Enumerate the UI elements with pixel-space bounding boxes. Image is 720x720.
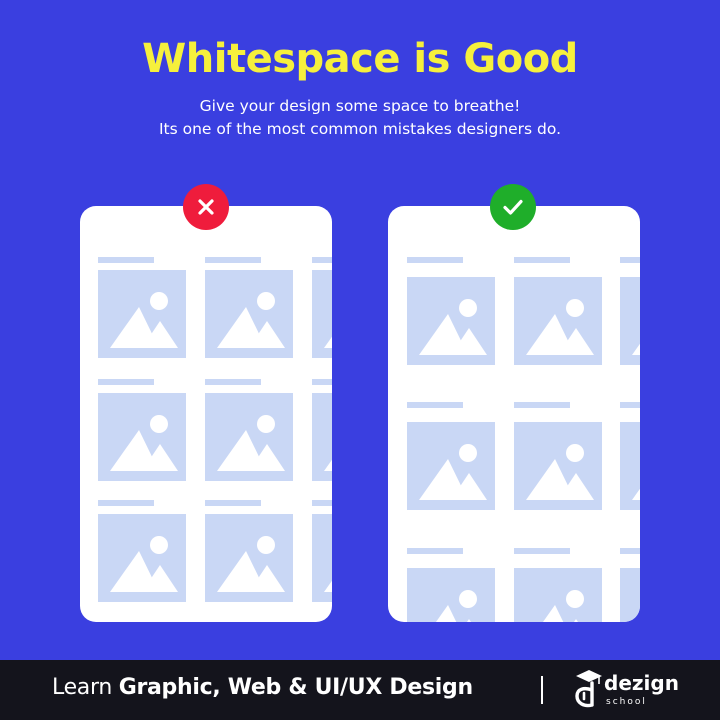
image-icon <box>110 292 178 348</box>
image-placeholder <box>620 277 640 365</box>
main-area: Whitespace is Good Give your design some… <box>0 0 720 660</box>
image-icon <box>435 590 477 622</box>
text-placeholder-bar <box>98 379 154 385</box>
text-placeholder-bar <box>620 548 640 554</box>
text-placeholder-bar <box>620 402 640 408</box>
image-placeholder <box>205 514 293 602</box>
image-icon <box>419 299 487 355</box>
image-placeholder <box>98 270 186 358</box>
image-placeholder <box>514 568 602 622</box>
text-placeholder-bar <box>514 402 570 408</box>
logo-name: dezign <box>604 671 679 695</box>
image-icon <box>110 536 178 592</box>
text-placeholder-bar <box>312 500 332 506</box>
logo-sub: school <box>606 697 647 707</box>
image-icon <box>632 488 640 500</box>
image-icon <box>217 292 285 348</box>
text-placeholder-bar <box>205 500 261 506</box>
bad-example-phone <box>80 206 332 622</box>
text-placeholder-bar <box>514 257 570 263</box>
image-icon <box>526 299 594 355</box>
image-placeholder <box>312 393 332 481</box>
bad-badge <box>183 184 229 230</box>
image-placeholder <box>205 393 293 481</box>
text-placeholder-bar <box>98 257 154 263</box>
check-icon <box>503 199 523 215</box>
footer-divider <box>541 676 543 704</box>
image-placeholder <box>620 568 640 622</box>
image-placeholder <box>620 422 640 510</box>
image-icon <box>620 568 640 622</box>
cross-icon <box>198 199 214 215</box>
image-placeholder <box>407 422 495 510</box>
text-placeholder-bar <box>312 257 332 263</box>
text-placeholder-bar <box>514 548 570 554</box>
good-badge <box>490 184 536 230</box>
image-icon <box>217 536 285 592</box>
image-placeholder <box>312 270 332 358</box>
text-placeholder-bar <box>407 402 463 408</box>
image-placeholder <box>98 393 186 481</box>
image-icon <box>542 590 584 622</box>
footer-text-bold: Graphic, Web & UI/UX Design <box>118 675 473 700</box>
image-placeholder <box>407 568 495 622</box>
image-icon <box>526 444 594 500</box>
text-placeholder-bar <box>407 257 463 263</box>
footer-bar: Learn Graphic, Web & UI/UX Design dezign… <box>0 660 720 720</box>
image-icon <box>324 459 332 471</box>
footer-tagline: Learn Graphic, Web & UI/UX Design <box>52 675 473 700</box>
text-placeholder-bar <box>205 257 261 263</box>
image-placeholder <box>514 277 602 365</box>
footer-text-regular: Learn <box>52 675 119 700</box>
text-placeholder-bar <box>205 379 261 385</box>
good-example-phone <box>388 206 640 622</box>
page-title: Whitespace is Good <box>142 36 578 82</box>
image-placeholder <box>205 270 293 358</box>
image-icon <box>419 444 487 500</box>
image-icon <box>324 336 332 348</box>
image-placeholder <box>312 514 332 602</box>
logo-mark-icon <box>575 670 602 708</box>
image-placeholder <box>514 422 602 510</box>
image-icon <box>110 415 178 471</box>
text-placeholder-bar <box>98 500 154 506</box>
image-placeholder <box>98 514 186 602</box>
image-placeholder <box>407 277 495 365</box>
text-placeholder-bar <box>312 379 332 385</box>
text-placeholder-bar <box>407 548 463 554</box>
subtitle-line-1: Give your design some space to breathe! <box>199 97 521 115</box>
subtitle-line-2: Its one of the most common mistakes desi… <box>158 120 562 138</box>
image-icon <box>217 415 285 471</box>
image-icon <box>632 343 640 355</box>
image-icon <box>324 580 332 592</box>
text-placeholder-bar <box>620 257 640 263</box>
